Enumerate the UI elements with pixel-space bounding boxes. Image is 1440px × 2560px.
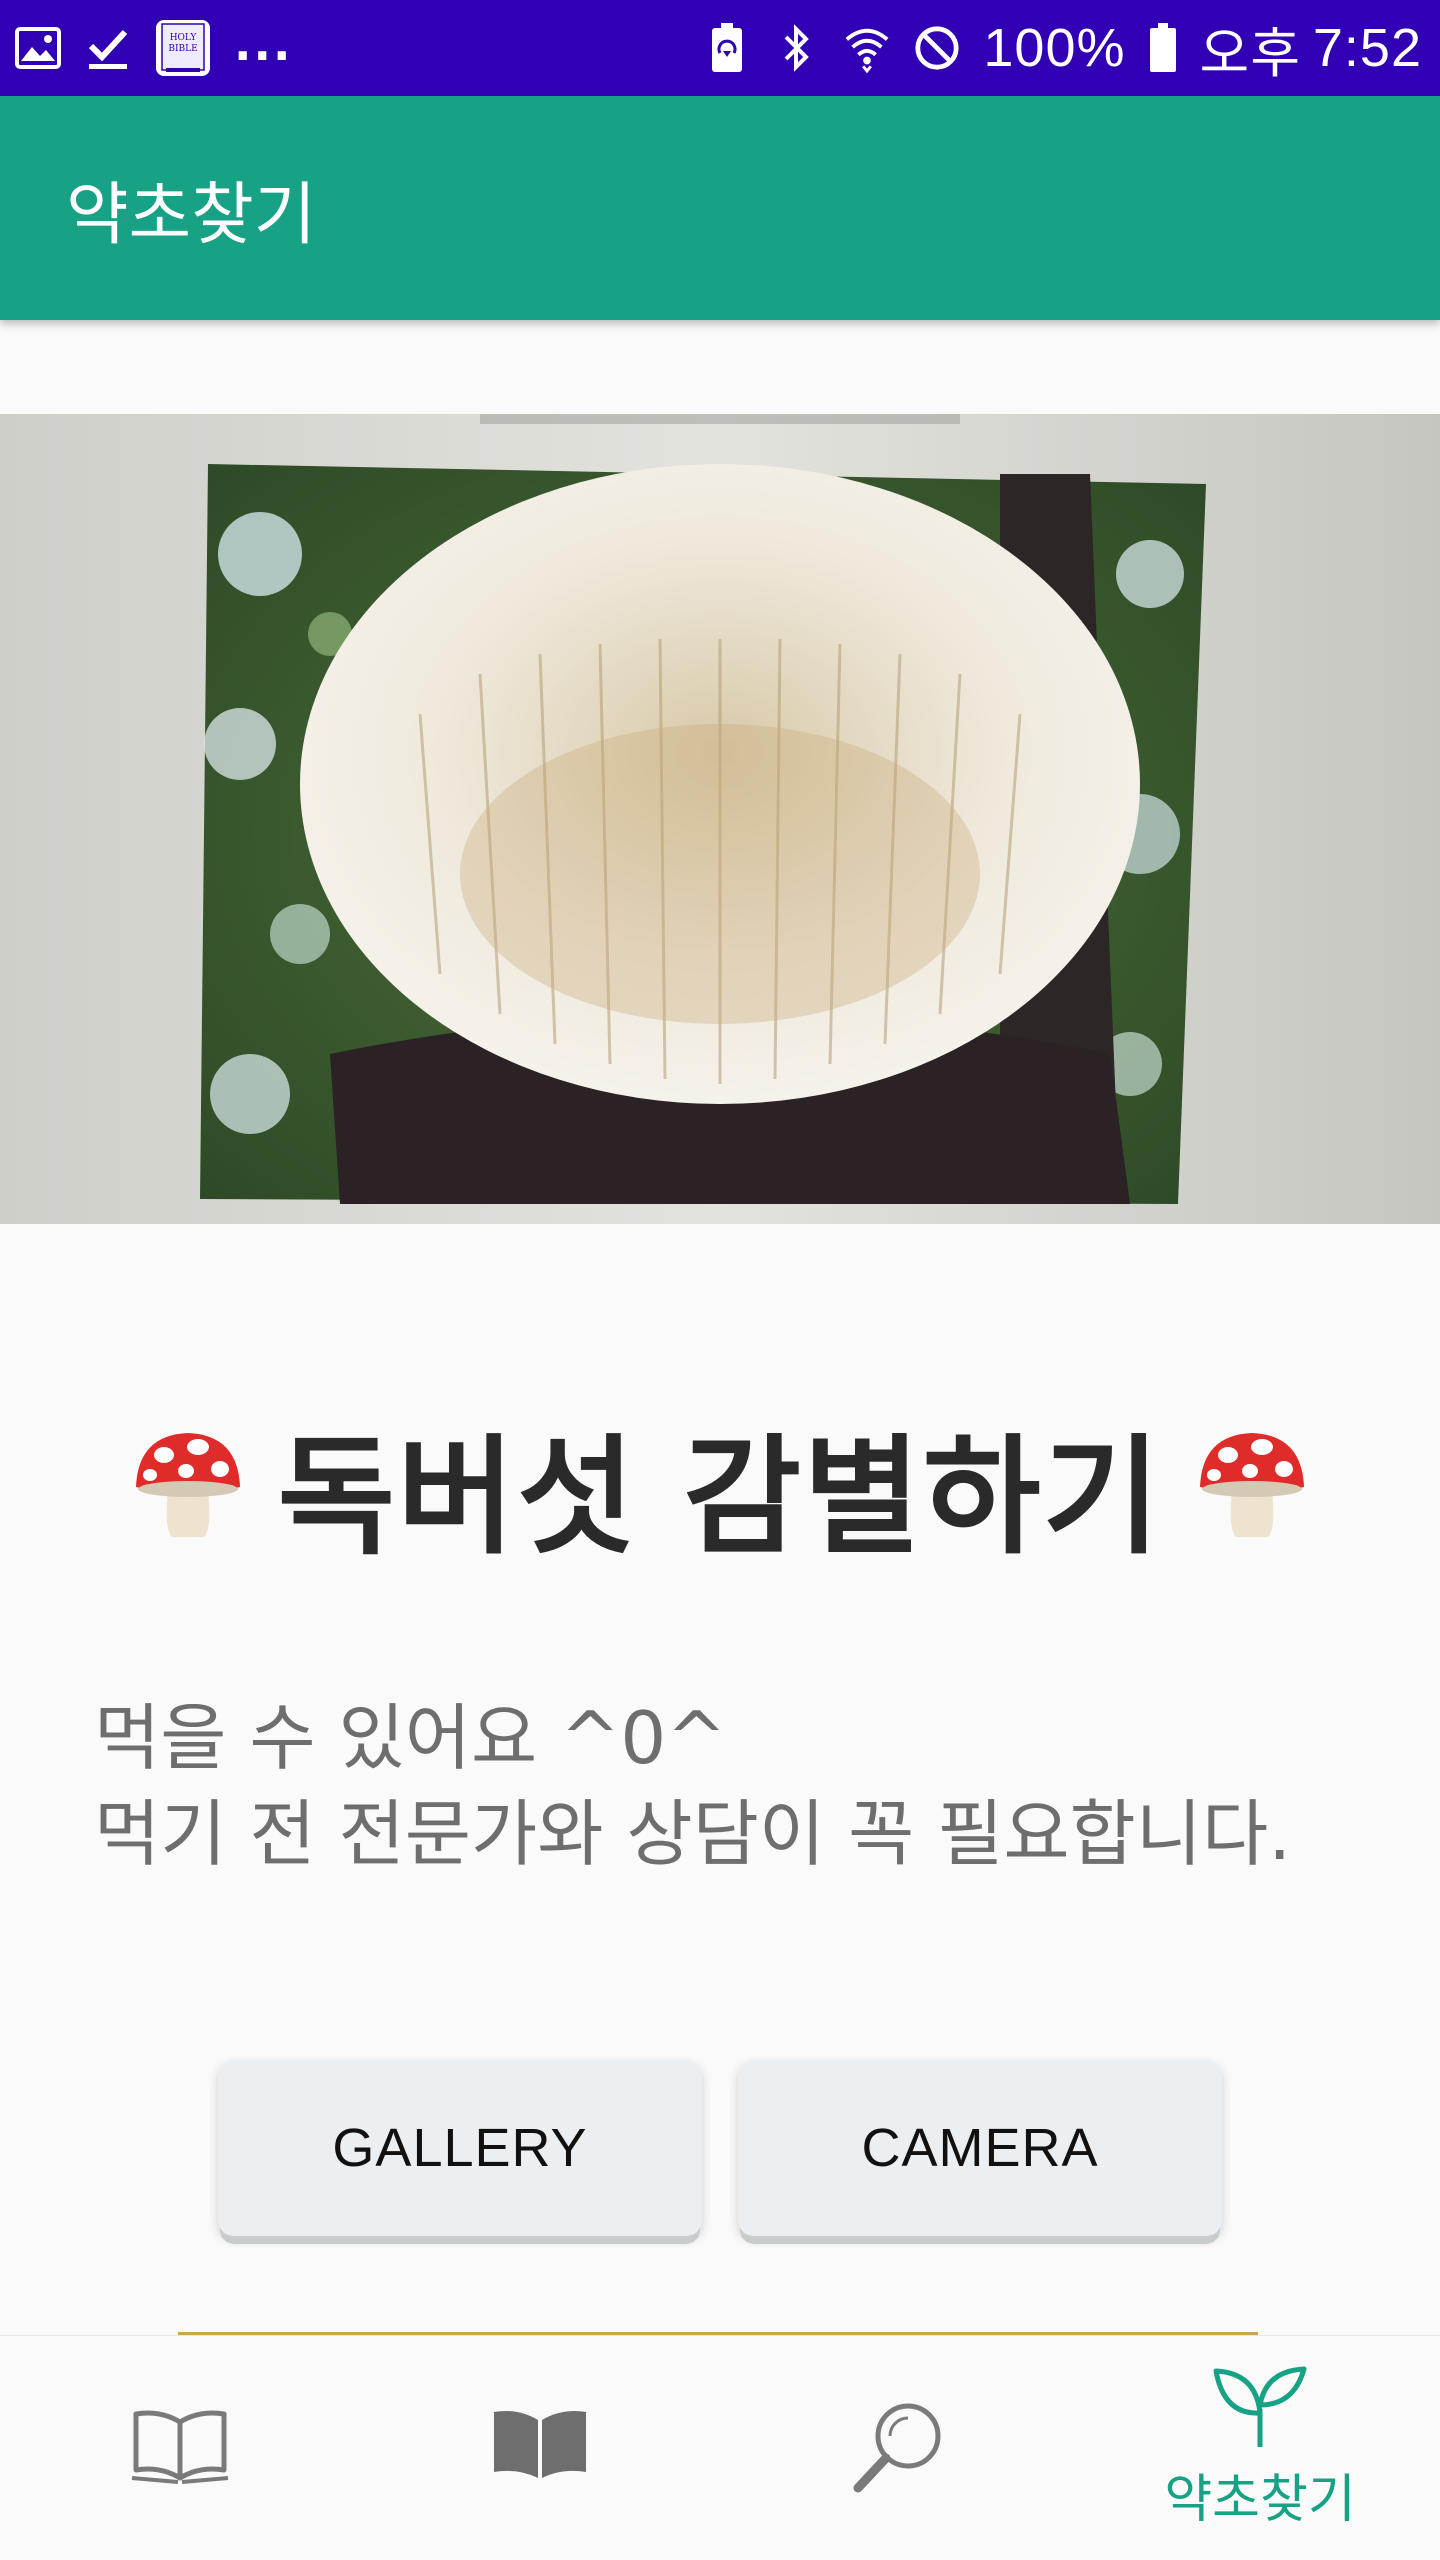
camera-button[interactable]: CAMERA	[738, 2060, 1222, 2236]
check-download-icon	[84, 24, 132, 72]
result-line-2: 먹기 전 전문가와 상담이 꼭 필요합니다.	[94, 1792, 1292, 1876]
status-left: HOLY BIBLE ...	[14, 17, 293, 78]
nav-item-book-outline[interactable]	[0, 2336, 360, 2560]
bible-text-holy: HOLY	[170, 33, 198, 43]
nav-item-search[interactable]	[720, 2336, 1080, 2560]
mushroom-photo	[0, 414, 1440, 1224]
bible-text-bible: BIBLE	[168, 44, 197, 54]
status-bar: HOLY BIBLE ... 100% 오후 7:52	[0, 0, 1440, 96]
clock-ampm: 오후	[1199, 23, 1301, 84]
nav-item-book-filled[interactable]	[360, 2336, 720, 2560]
battery-icon	[1148, 23, 1178, 72]
heading: 독버섯 감별하기	[0, 1400, 1440, 1572]
mushroom-icon	[128, 1425, 248, 1545]
mushroom-icon	[1192, 1425, 1312, 1545]
battery-saver-icon	[703, 23, 751, 72]
open-book-filled-icon	[490, 2408, 590, 2488]
heading-title: 독버섯 감별하기	[277, 1422, 1163, 1572]
gallery-notification-icon	[14, 24, 62, 72]
nav-label-herb-finder: 약초찾기	[1164, 2469, 1356, 2530]
status-right: 100% 오후 7:52	[703, 9, 1422, 88]
bottom-nav: 약초찾기	[0, 2335, 1440, 2560]
result-text: 먹을 수 있어요 ^0^ 먹기 전 전문가와 상담이 꼭 필요합니다.	[94, 1690, 1394, 1882]
nav-item-herb-finder[interactable]: 약초찾기	[1080, 2336, 1440, 2560]
open-book-outline-icon	[130, 2408, 230, 2488]
battery-percentage: 100%	[983, 18, 1126, 78]
notification-overflow: ...	[234, 17, 293, 71]
do-not-disturb-icon	[913, 24, 961, 72]
app-bar: 약초찾기	[0, 96, 1440, 320]
search-icon	[850, 2396, 950, 2500]
result-line-1: 먹을 수 있어요 ^0^	[94, 1696, 727, 1780]
sprout-icon	[1210, 2365, 1310, 2453]
bluetooth-icon	[773, 24, 821, 72]
holy-bible-app-icon: HOLY BIBLE	[154, 18, 212, 78]
clock-time: 7:52	[1312, 18, 1422, 78]
gallery-button[interactable]: GALLERY	[218, 2060, 702, 2236]
wifi-icon	[843, 24, 891, 73]
app-title: 약초찾기	[66, 175, 317, 255]
